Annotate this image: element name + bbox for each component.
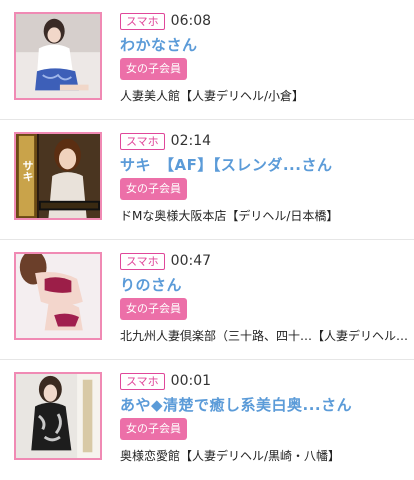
list-item[interactable]: サキ スマホ 02:14 サキ 【AF】【スレンダ...さん 女の子会員 ドMな… xyxy=(0,120,414,240)
profile-thumbnail[interactable] xyxy=(14,372,102,460)
photo-image xyxy=(16,254,100,338)
meta-row: スマホ 06:08 xyxy=(120,11,211,31)
list-item[interactable]: スマホ 06:08 わかなさん 女の子会員 人妻美人館【人妻デリヘル/小倉】 xyxy=(0,0,414,120)
girl-name-link[interactable]: わかなさん xyxy=(120,34,198,55)
girl-name-link[interactable]: サキ 【AF】【スレンダ...さん xyxy=(120,154,332,175)
post-time: 06:08 xyxy=(170,13,212,29)
post-time: 02:14 xyxy=(170,133,212,149)
post-time: 00:47 xyxy=(170,253,212,269)
girl-name-link[interactable]: あや◆清楚で癒し系美白奥...さん xyxy=(120,394,352,415)
smartphone-badge: スマホ xyxy=(120,372,165,390)
profile-thumbnail[interactable]: サキ xyxy=(14,132,102,220)
smartphone-badge: スマホ xyxy=(120,252,165,270)
diary-list: スマホ 06:08 わかなさん 女の子会員 人妻美人館【人妻デリヘル/小倉】 サ… xyxy=(0,0,414,480)
shop-name[interactable]: 奥様恋愛館【人妻デリヘル/黒崎・八幡】 xyxy=(120,447,410,464)
profile-thumbnail[interactable] xyxy=(14,252,102,340)
thumb-caption: サキ xyxy=(21,160,34,182)
post-time: 00:01 xyxy=(170,373,212,389)
photo-image xyxy=(16,14,100,98)
photo-image xyxy=(16,374,100,458)
smartphone-badge: スマホ xyxy=(120,12,165,30)
list-item[interactable]: スマホ 00:01 あや◆清楚で癒し系美白奥...さん 女の子会員 奥様恋愛館【… xyxy=(0,360,414,480)
smartphone-badge: スマホ xyxy=(120,132,165,150)
shop-name[interactable]: ドMな奥様大阪本店【デリヘル/日本橋】 xyxy=(120,207,410,224)
shop-name[interactable]: 人妻美人館【人妻デリヘル/小倉】 xyxy=(120,87,410,104)
list-item[interactable]: スマホ 00:47 りのさん 女の子会員 北九州人妻倶楽部（三十路、四十…【人妻… xyxy=(0,240,414,360)
member-badge: 女の子会員 xyxy=(120,418,187,440)
shop-name[interactable]: 北九州人妻倶楽部（三十路、四十…【人妻デリヘル… xyxy=(120,327,410,344)
meta-row: スマホ 00:47 xyxy=(120,251,211,271)
girl-name-link[interactable]: りのさん xyxy=(120,274,182,295)
meta-row: スマホ 00:01 xyxy=(120,371,211,391)
member-badge: 女の子会員 xyxy=(120,298,187,320)
profile-thumbnail[interactable] xyxy=(14,12,102,100)
member-badge: 女の子会員 xyxy=(120,58,187,80)
member-badge: 女の子会員 xyxy=(120,178,187,200)
meta-row: スマホ 02:14 xyxy=(120,131,211,151)
